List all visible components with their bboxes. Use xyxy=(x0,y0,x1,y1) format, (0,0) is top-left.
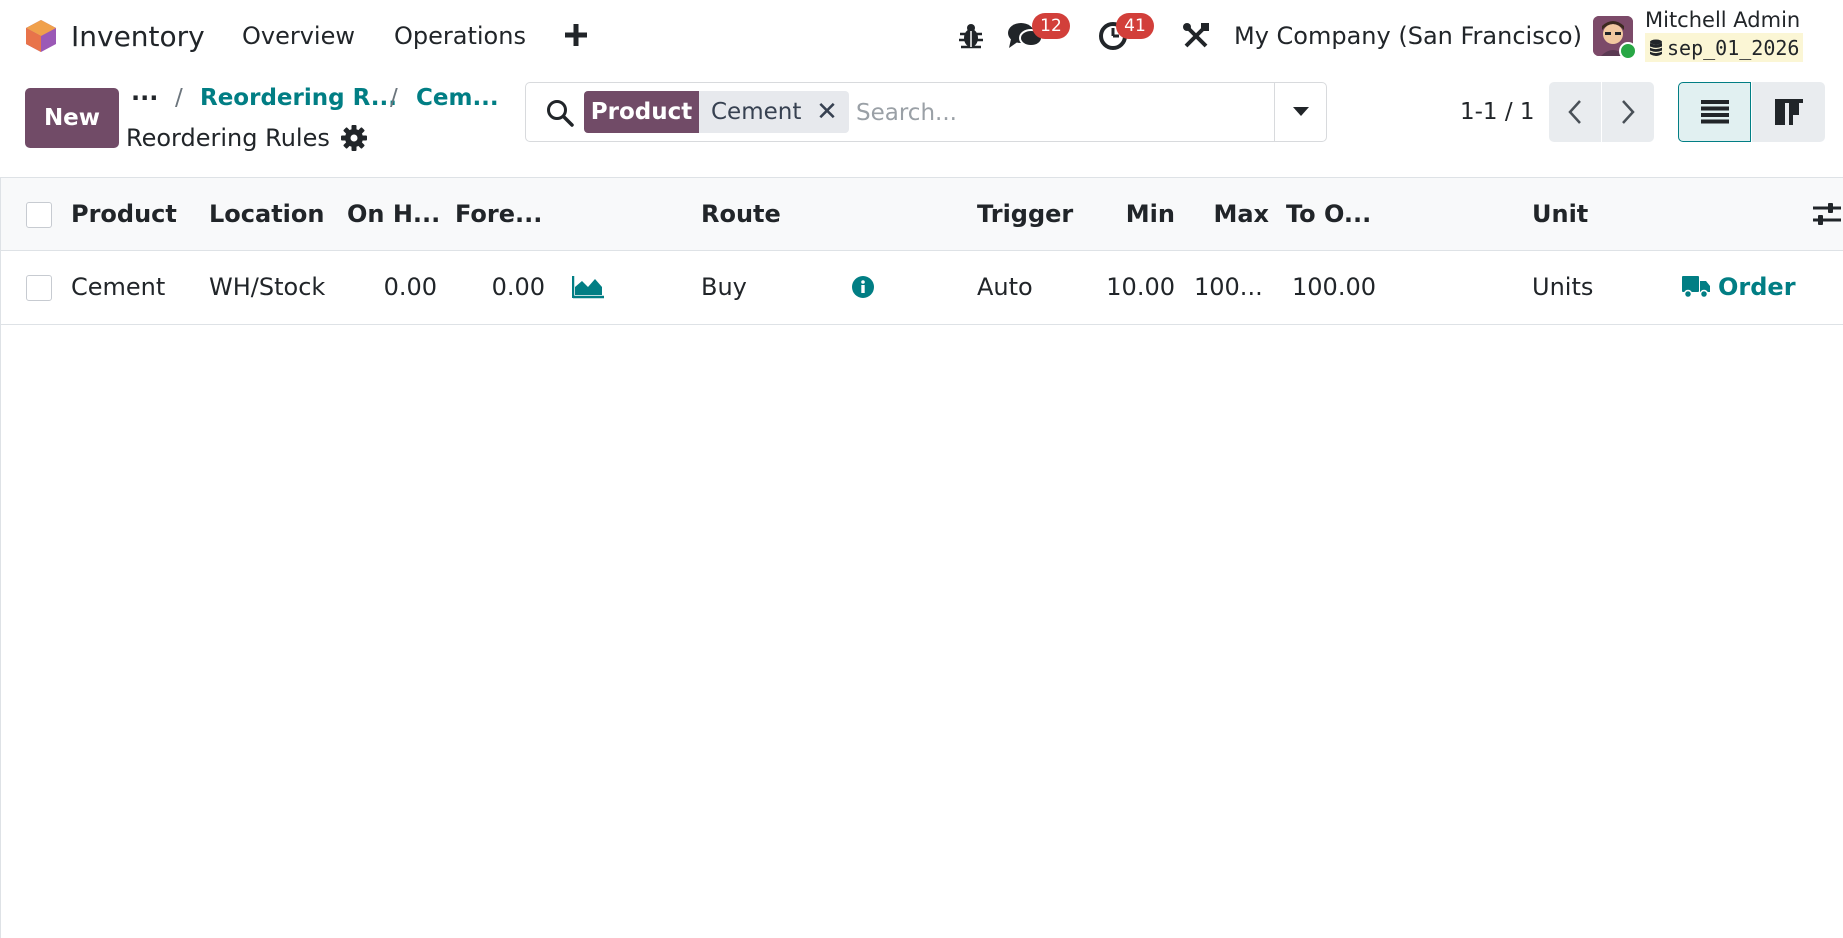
chevron-left-icon xyxy=(1568,99,1582,125)
order-button[interactable]: Order xyxy=(1682,251,1796,323)
cell-min[interactable]: 10.00 xyxy=(1091,251,1175,323)
avatar[interactable] xyxy=(1593,16,1637,60)
cell-location[interactable]: WH/Stock xyxy=(209,251,325,323)
column-header-max[interactable]: Max xyxy=(1201,178,1269,250)
top-navbar: Inventory Overview Operations 12 41 My C… xyxy=(0,0,1843,71)
page-title: Reordering Rules xyxy=(126,124,330,152)
chevron-down-icon[interactable] xyxy=(1274,83,1327,141)
column-header-min[interactable]: Min xyxy=(1111,178,1175,250)
breadcrumb-ellipsis[interactable]: ··· xyxy=(131,80,158,116)
new-button[interactable]: New xyxy=(25,88,119,148)
search-facet-label: Product xyxy=(584,91,699,133)
cell-on-hand[interactable]: 0.00 xyxy=(347,251,437,323)
close-icon[interactable]: ✕ xyxy=(809,91,845,133)
bug-icon[interactable] xyxy=(955,16,987,56)
breadcrumb-cement[interactable]: Cem... xyxy=(416,80,499,116)
column-header-to-order[interactable]: To O... xyxy=(1286,178,1371,250)
breadcrumb-separator: / xyxy=(175,85,183,111)
menu-overview[interactable]: Overview xyxy=(242,15,355,57)
cell-unit[interactable]: Units xyxy=(1532,251,1593,323)
tools-icon[interactable] xyxy=(1180,16,1212,56)
column-header-trigger[interactable]: Trigger xyxy=(977,178,1073,250)
kanban-icon xyxy=(1774,99,1803,125)
column-header-product[interactable]: Product xyxy=(71,178,177,250)
cell-forecast[interactable]: 0.00 xyxy=(455,251,545,323)
list-view: Product Location On H... Fore... Route T… xyxy=(0,177,1843,938)
company-switcher[interactable]: My Company (San Francisco) xyxy=(1234,16,1582,56)
online-status-dot xyxy=(1619,42,1637,60)
chevron-right-icon xyxy=(1621,99,1635,125)
database-icon xyxy=(1649,39,1663,57)
plus-icon[interactable] xyxy=(562,16,590,54)
select-all-checkbox[interactable] xyxy=(26,202,52,228)
list-icon xyxy=(1700,100,1729,124)
column-header-unit[interactable]: Unit xyxy=(1532,178,1588,250)
table-header: Product Location On H... Fore... Route T… xyxy=(1,177,1843,251)
activities-count-badge: 41 xyxy=(1116,13,1154,39)
info-icon[interactable] xyxy=(851,251,877,323)
column-header-location[interactable]: Location xyxy=(209,178,324,250)
user-name[interactable]: Mitchell Admin xyxy=(1645,6,1800,34)
table-row[interactable]: Cement WH/Stock 0.00 0.00 Buy Auto 10.00… xyxy=(1,251,1843,325)
pager-previous-button[interactable] xyxy=(1549,82,1601,142)
cell-product[interactable]: Cement xyxy=(71,251,165,323)
list-view-button[interactable] xyxy=(1678,82,1751,142)
search-icon xyxy=(541,93,579,133)
database-name: sep_01_2026 xyxy=(1667,35,1800,60)
gear-icon[interactable] xyxy=(340,123,368,153)
menu-operations[interactable]: Operations xyxy=(394,15,526,57)
pager-next-button[interactable] xyxy=(1602,82,1654,142)
column-header-forecast[interactable]: Fore... xyxy=(455,178,542,250)
row-checkbox[interactable] xyxy=(26,275,52,301)
cell-max[interactable]: 100... xyxy=(1194,251,1263,323)
app-name[interactable]: Inventory xyxy=(71,15,205,57)
breadcrumb-reordering-rules[interactable]: Reordering R... xyxy=(200,80,397,116)
order-button-label: Order xyxy=(1718,273,1796,301)
cell-route[interactable]: Buy xyxy=(701,251,747,323)
pager-value[interactable]: 1-1 / 1 xyxy=(1460,92,1535,132)
truck-icon xyxy=(1682,276,1710,298)
cell-trigger[interactable]: Auto xyxy=(977,251,1033,323)
app-logo-icon[interactable] xyxy=(24,18,58,54)
database-badge: sep_01_2026 xyxy=(1645,33,1804,62)
cell-to-order[interactable]: 100.00 xyxy=(1286,251,1376,323)
kanban-view-button[interactable] xyxy=(1752,82,1825,142)
search-bar: Product Cement ✕ xyxy=(525,82,1327,142)
column-header-route[interactable]: Route xyxy=(701,178,781,250)
messages-count-badge: 12 xyxy=(1032,13,1070,39)
breadcrumb-separator: / xyxy=(390,85,398,111)
optional-columns-icon[interactable] xyxy=(1811,178,1841,250)
search-input[interactable] xyxy=(856,93,1276,133)
column-header-on-hand[interactable]: On H... xyxy=(347,178,440,250)
area-chart-icon[interactable] xyxy=(572,251,606,323)
